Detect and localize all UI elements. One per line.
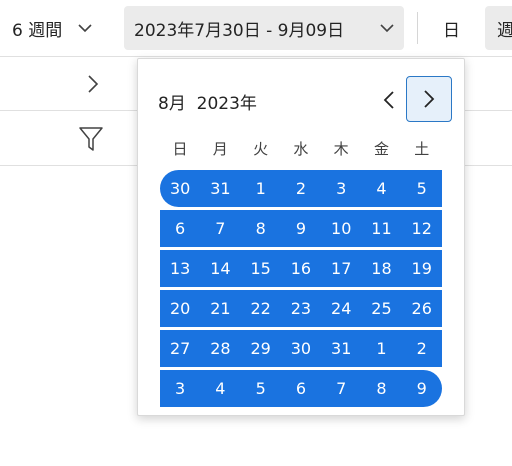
date-picker-header: 8月 2023年 [138,59,464,147]
week-view-button[interactable]: 週 [485,6,512,50]
weekday-label: 土 [414,140,430,158]
calendar-date[interactable]: 11 [361,210,401,247]
calendar-date[interactable]: 23 [281,290,321,327]
calendar-date[interactable]: 27 [160,330,200,367]
weekday-label: 木 [333,140,349,158]
filter-icon[interactable] [78,125,104,157]
view-weeks-dropdown[interactable]: 6 週間 [12,8,92,48]
week-label: 週 [497,20,512,41]
calendar-date[interactable]: 1 [241,170,281,207]
calendar-date[interactable]: 13 [160,250,200,287]
calendar-week-row: 30 31 1 2 3 4 5 [160,170,442,207]
calendar-week-row: 6 7 8 9 10 11 12 [160,210,442,247]
calendar-date[interactable]: 4 [200,370,240,407]
calendar-date[interactable]: 9 [281,210,321,247]
calendar-date[interactable]: 14 [200,250,240,287]
toolbar-divider [417,12,418,44]
calendar-week-row: 13 14 15 16 17 18 19 [160,250,442,287]
month-title: 8月 2023年 [158,94,257,114]
weekday-label: 日 [172,140,188,158]
calendar-date[interactable]: 3 [160,370,200,407]
previous-month-button[interactable] [375,86,403,114]
calendar-date[interactable]: 8 [241,210,281,247]
calendar-date[interactable]: 4 [361,170,401,207]
calendar-week-row: 3456789 [160,370,442,407]
day-label: 日 [443,20,460,41]
calendar-date[interactable]: 29 [241,330,281,367]
calendar-date[interactable]: 12 [402,210,442,247]
calendar-date[interactable]: 25 [361,290,401,327]
chevron-down-icon [380,23,394,33]
calendar-date[interactable]: 15 [241,250,281,287]
next-month-button[interactable] [406,76,452,122]
weekday-label: 金 [373,140,389,158]
calendar-date[interactable]: 30 [160,170,200,207]
calendar-date[interactable]: 6 [160,210,200,247]
day-view-button[interactable]: 日 [443,8,460,48]
date-picker-popup: 8月 2023年 日 月 火 水 木 金 土 30 31 1 2 3 4 5 6 7 8 9 10 11… [137,58,465,416]
calendar-date[interactable]: 26 [402,290,442,327]
weekday-label: 水 [293,140,309,158]
calendar-date[interactable]: 7 [321,370,361,407]
calendar-date[interactable]: 10 [321,210,361,247]
calendar-date[interactable]: 30 [281,330,321,367]
calendar-date[interactable]: 1 [361,330,401,367]
chevron-down-icon [78,23,92,33]
calendar-date[interactable]: 18 [361,250,401,287]
calendar-week-row: 27 28 29 30 31 1 2 [160,330,442,367]
calendar-week-row: 20 21 22 23 24 25 26 [160,290,442,327]
calendar-date[interactable]: 2 [281,170,321,207]
toolbar: 6 週間 2023年7月30日 - 9月09日 日 週 [0,0,512,57]
calendar-date[interactable]: 3 [321,170,361,207]
calendar-date[interactable]: 19 [402,250,442,287]
calendar-date[interactable]: 8 [361,370,401,407]
calendar-date[interactable]: 5 [402,170,442,207]
weekday-label: 月 [212,140,228,158]
date-range-button[interactable]: 2023年7月30日 - 9月09日 [124,6,404,50]
calendar-date[interactable]: 9 [402,370,442,407]
calendar-date[interactable]: 31 [321,330,361,367]
calendar-date[interactable]: 28 [200,330,240,367]
calendar-date[interactable]: 22 [241,290,281,327]
chevron-left-icon [383,91,394,109]
date-range-label: 2023年7月30日 - 9月09日 [134,20,345,41]
chevron-right-icon[interactable] [86,74,100,98]
calendar-date[interactable]: 17 [321,250,361,287]
calendar-date[interactable]: 16 [281,250,321,287]
calendar-date[interactable]: 31 [200,170,240,207]
calendar-date[interactable]: 6 [281,370,321,407]
calendar-date[interactable]: 20 [160,290,200,327]
weeks-label: 6 週間 [12,20,63,41]
calendar-date[interactable]: 7 [200,210,240,247]
weekday-label: 火 [253,140,269,158]
calendar-date[interactable]: 5 [241,370,281,407]
calendar-date[interactable]: 24 [321,290,361,327]
calendar-date[interactable]: 2 [402,330,442,367]
chevron-right-icon [424,90,435,108]
calendar-date[interactable]: 21 [200,290,240,327]
weekday-header: 日 月 火 水 木 金 土 [160,138,442,160]
